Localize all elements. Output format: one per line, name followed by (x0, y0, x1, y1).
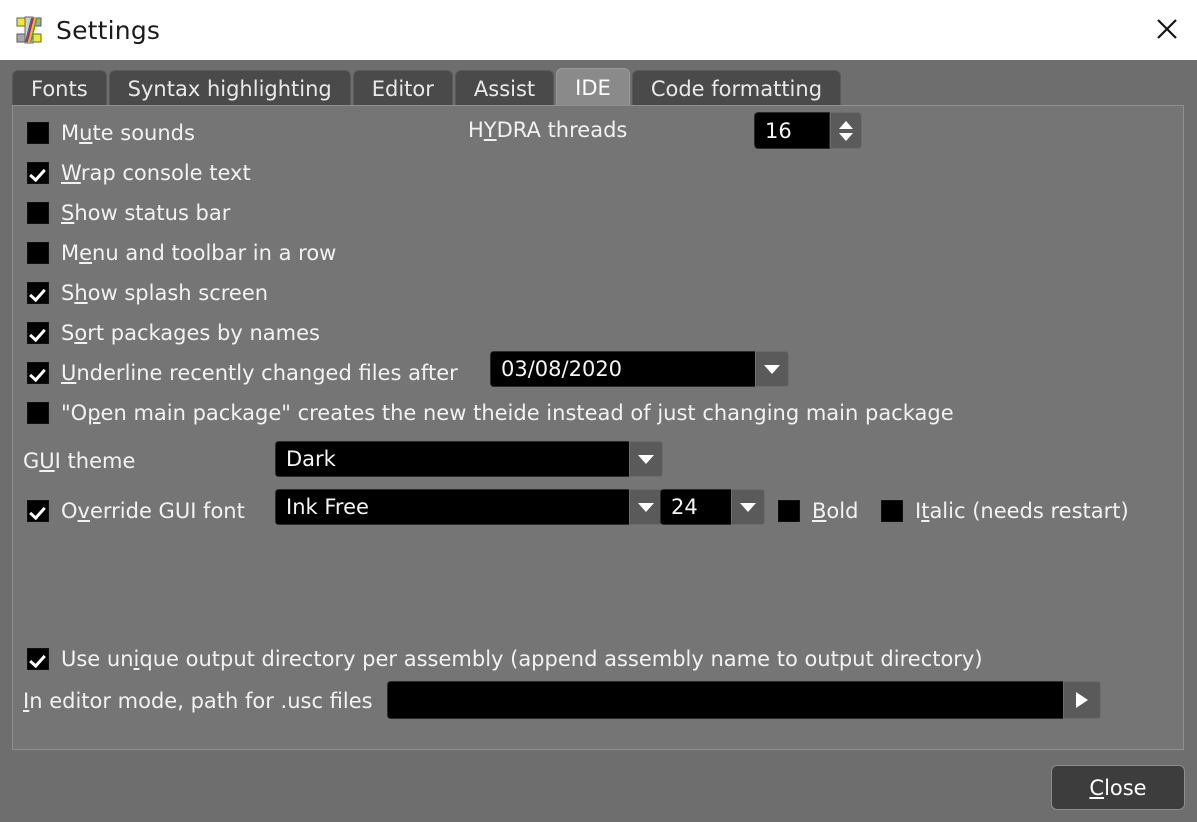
gui-theme-combo[interactable]: Dark (275, 441, 663, 477)
label-hydra-threads: HYDRA threads (468, 120, 627, 141)
label-wrap-console-text: Wrap console text (61, 163, 251, 184)
gui-theme-label-group: GUI theme (23, 451, 135, 472)
usc-path-label-group: In editor mode, path for .usc files (23, 691, 373, 712)
usc-path-field-group[interactable] (387, 681, 1101, 719)
chevron-down-icon (638, 455, 654, 464)
settings-dialog: Settings Fonts Syntax highlighting Edito… (0, 0, 1197, 822)
hydra-threads-spinner[interactable]: 16 (754, 112, 864, 149)
gui-theme-dropdown-button[interactable] (629, 441, 663, 477)
checkbox-mute-sounds[interactable] (27, 122, 49, 144)
gui-theme-value[interactable]: Dark (275, 441, 629, 477)
tab-fonts[interactable]: Fonts (12, 70, 107, 106)
underline-date-input[interactable]: 03/08/2020 (490, 351, 755, 387)
gui-font-size-dropdown-button[interactable] (731, 489, 765, 525)
chevron-down-icon (740, 503, 756, 512)
tab-label: Fonts (31, 77, 88, 101)
checkbox-underline-recently-changed-files[interactable] (27, 362, 49, 384)
tab-label: Code formatting (651, 77, 822, 101)
label-open-main-package: "Open main package" creates the new thei… (61, 403, 954, 424)
checkbox-row-menu-and-toolbar-in-a-row[interactable]: Menu and toolbar in a row (27, 242, 336, 264)
tab-label: Assist (474, 77, 535, 101)
app-cube-icon (14, 15, 44, 45)
hydra-threads-input[interactable]: 16 (754, 112, 830, 149)
checkbox-row-bold[interactable]: Bold (778, 500, 858, 522)
checkbox-bold[interactable] (778, 500, 800, 522)
label-mute-sounds: Mute sounds (61, 123, 195, 144)
tab-label: Syntax highlighting (128, 77, 332, 101)
label-usc-path: In editor mode, path for .usc files (23, 691, 373, 712)
checkbox-italic[interactable] (881, 500, 903, 522)
spinner-up-icon[interactable] (839, 121, 853, 129)
label-bold: Bold (812, 501, 858, 522)
spinner-down-icon[interactable] (839, 133, 853, 141)
label-sort-packages-by-names: Sort packages by names (61, 323, 320, 344)
gui-font-combo[interactable]: Ink Free (275, 489, 663, 525)
tab-label: Editor (372, 77, 434, 101)
tab-syntax-highlighting[interactable]: Syntax highlighting (109, 70, 351, 106)
dialog-body: Fonts Syntax highlighting Editor Assist … (0, 60, 1197, 822)
underline-date-dropdown-button[interactable] (755, 351, 789, 387)
hydra-threads-spin-buttons[interactable] (830, 112, 862, 149)
tab-label: IDE (575, 76, 611, 100)
tab-ide[interactable]: IDE (556, 68, 630, 106)
window-title: Settings (56, 16, 160, 45)
gui-font-value[interactable]: Ink Free (275, 489, 629, 525)
label-gui-theme: GUI theme (23, 451, 135, 472)
close-button[interactable]: Close (1051, 765, 1185, 810)
chevron-down-icon (764, 365, 780, 374)
usc-path-browse-button[interactable] (1063, 681, 1101, 719)
checkbox-row-wrap-console-text[interactable]: Wrap console text (27, 162, 251, 184)
ide-settings-panel: Mute sounds Wrap console text Show statu… (12, 105, 1184, 750)
checkbox-show-status-bar[interactable] (27, 202, 49, 224)
checkbox-unique-output-directory[interactable] (27, 648, 49, 670)
label-unique-output-directory: Use unique output directory per assembly… (61, 649, 983, 670)
checkbox-row-underline-recently-changed-files[interactable]: Underline recently changed files after (27, 362, 458, 384)
checkbox-row-override-gui-font[interactable]: Override GUI font (27, 500, 245, 522)
gui-font-size-combo[interactable]: 24 (660, 489, 765, 525)
triangle-right-icon (1076, 692, 1088, 708)
checkbox-row-unique-output-directory[interactable]: Use unique output directory per assembly… (27, 648, 983, 670)
gui-font-dropdown-button[interactable] (629, 489, 663, 525)
checkbox-row-mute-sounds[interactable]: Mute sounds (27, 122, 195, 144)
checkbox-sort-packages-by-names[interactable] (27, 322, 49, 344)
label-italic: Italic (needs restart) (915, 501, 1129, 522)
title-bar: Settings (0, 0, 1197, 60)
settings-tabs: Fonts Syntax highlighting Editor Assist … (12, 68, 843, 106)
checkbox-show-splash-screen[interactable] (27, 282, 49, 304)
tab-code-formatting[interactable]: Code formatting (632, 70, 841, 106)
underline-date-combo[interactable]: 03/08/2020 (490, 351, 789, 387)
label-show-status-bar: Show status bar (61, 203, 230, 224)
checkbox-row-show-splash-screen[interactable]: Show splash screen (27, 282, 268, 304)
hydra-threads-label-group: HYDRA threads (468, 120, 627, 141)
gui-font-size-value[interactable]: 24 (660, 489, 731, 525)
checkbox-override-gui-font[interactable] (27, 500, 49, 522)
label-underline-recently-changed-files: Underline recently changed files after (61, 363, 458, 384)
checkbox-wrap-console-text[interactable] (27, 162, 49, 184)
checkbox-row-open-main-package[interactable]: "Open main package" creates the new thei… (27, 402, 954, 424)
checkbox-row-sort-packages-by-names[interactable]: Sort packages by names (27, 322, 320, 344)
usc-path-input[interactable] (387, 681, 1063, 719)
label-show-splash-screen: Show splash screen (61, 283, 268, 304)
label-override-gui-font: Override GUI font (61, 501, 245, 522)
window-close-button[interactable] (1137, 0, 1197, 58)
tab-editor[interactable]: Editor (353, 70, 453, 106)
checkbox-menu-and-toolbar-in-a-row[interactable] (27, 242, 49, 264)
checkbox-row-italic[interactable]: Italic (needs restart) (881, 500, 1129, 522)
checkbox-row-show-status-bar[interactable]: Show status bar (27, 202, 230, 224)
close-button-label: Close (1089, 776, 1146, 800)
label-menu-and-toolbar-in-a-row: Menu and toolbar in a row (61, 243, 336, 264)
checkbox-open-main-package-creates-new-theide[interactable] (27, 402, 49, 424)
chevron-down-icon (638, 503, 654, 512)
tab-assist[interactable]: Assist (455, 70, 554, 106)
